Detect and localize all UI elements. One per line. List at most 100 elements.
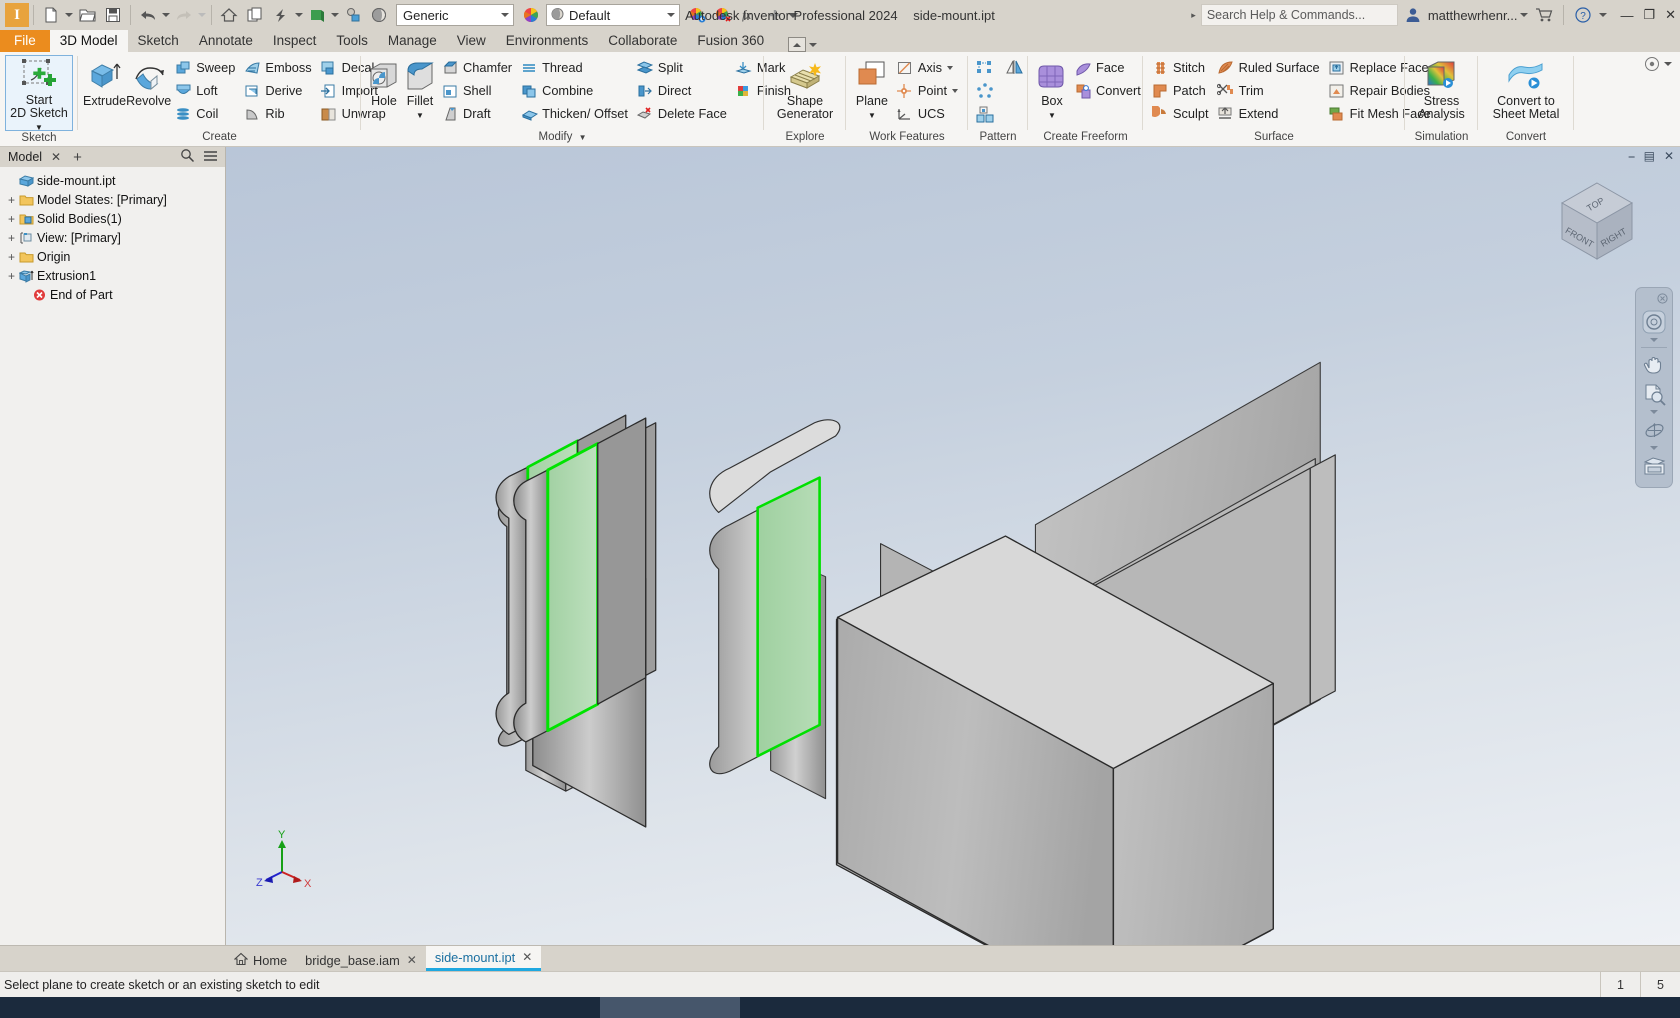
full-navigation-wheel-icon[interactable]	[1639, 309, 1669, 335]
navbar-close-icon[interactable]	[1657, 292, 1668, 307]
tree-node-end-of-part[interactable]: End of Part	[3, 285, 225, 304]
tab-annotate[interactable]: Annotate	[189, 30, 263, 52]
home-icon[interactable]	[216, 2, 242, 28]
axis-dropdown-icon[interactable]	[947, 66, 953, 70]
convert-sheet-metal-button[interactable]: Convert toSheet Metal	[1483, 55, 1569, 121]
doc-tab-bridge-base[interactable]: bridge_base.iam ✕	[296, 949, 426, 971]
viewport-close-button[interactable]: ✕	[1664, 149, 1674, 164]
sculpt-button[interactable]: Sculpt	[1148, 102, 1214, 125]
zoom-icon[interactable]	[1639, 382, 1669, 407]
thread-button[interactable]: Thread	[517, 56, 633, 79]
extrude-button[interactable]: Extrude	[83, 55, 126, 108]
tab-fusion-360[interactable]: Fusion 360	[687, 30, 774, 52]
orbit-icon[interactable]	[1639, 418, 1669, 443]
user-menu-dropdown-icon[interactable]	[1519, 2, 1529, 28]
hamburger-menu-icon[interactable]	[203, 149, 218, 166]
close-icon[interactable]: ✕	[522, 950, 532, 964]
draft-button[interactable]: Draft	[438, 102, 517, 125]
shape-generator-button[interactable]: ShapeGenerator	[769, 55, 841, 121]
shell-button[interactable]: Shell	[438, 79, 517, 102]
user-avatar-icon[interactable]	[1400, 2, 1426, 28]
tab-file[interactable]: File	[0, 30, 50, 52]
freeform-box-button[interactable]: Box▼	[1033, 55, 1071, 122]
update-icon[interactable]	[268, 2, 294, 28]
fillet-dropdown-icon[interactable]: ▼	[416, 111, 424, 120]
close-button[interactable]: ✕	[1665, 7, 1676, 23]
restore-button[interactable]: ❐	[1643, 7, 1655, 23]
tree-expander[interactable]: +	[5, 195, 18, 205]
modify-panel-dropdown-icon[interactable]: ▼	[579, 133, 587, 142]
redo-dropdown-icon[interactable]	[197, 2, 207, 28]
pan-icon[interactable]	[1639, 353, 1669, 378]
update-dropdown-icon[interactable]	[294, 2, 304, 28]
zoom-dropdown-icon[interactable]	[1650, 410, 1658, 414]
material-dropdown-icon[interactable]	[330, 2, 340, 28]
viewport-minimize-button[interactable]: ⎯	[1629, 149, 1635, 164]
tree-node-origin[interactable]: + Origin	[3, 247, 225, 266]
add-to-qat-icon[interactable]	[762, 2, 788, 28]
combine-button[interactable]: Combine	[517, 79, 633, 102]
undo-dropdown-icon[interactable]	[161, 2, 171, 28]
orbit-dropdown-icon[interactable]	[1650, 446, 1658, 450]
loft-button[interactable]: Loft	[171, 79, 240, 102]
tab-environments[interactable]: Environments	[496, 30, 599, 52]
freeform-box-dropdown-icon[interactable]: ▼	[1048, 111, 1056, 120]
axis-button[interactable]: Axis	[893, 56, 963, 79]
circular-pattern-button[interactable]	[973, 79, 1003, 103]
minimize-button[interactable]: —	[1620, 8, 1633, 23]
tab-collaborate[interactable]: Collaborate	[598, 30, 687, 52]
hole-button[interactable]: Hole	[366, 55, 402, 108]
revolve-button[interactable]: Revolve	[126, 55, 171, 108]
tree-expander[interactable]: +	[5, 252, 18, 262]
doc-tab-side-mount[interactable]: side-mount.ipt ✕	[426, 946, 541, 971]
project-icon[interactable]	[242, 2, 268, 28]
ruled-surface-button[interactable]: Ruled Surface	[1214, 56, 1325, 79]
tab-sketch[interactable]: Sketch	[128, 30, 189, 52]
tree-expander[interactable]: +	[5, 271, 18, 281]
user-name[interactable]: matthewrhenr...	[1428, 8, 1518, 23]
parameters-fx-icon[interactable]: fx	[736, 2, 762, 28]
shopping-cart-icon[interactable]	[1531, 2, 1557, 28]
tab-tools[interactable]: Tools	[326, 30, 378, 52]
redo-icon[interactable]	[171, 2, 197, 28]
close-icon[interactable]: ✕	[407, 953, 417, 967]
help-dropdown-icon[interactable]	[1598, 2, 1608, 28]
ribbon-options-icon[interactable]	[1644, 56, 1660, 75]
question-circle-icon[interactable]: ?	[1570, 2, 1596, 28]
freeform-convert-button[interactable]: Convert	[1071, 79, 1146, 102]
appearance-combo[interactable]: Default	[546, 4, 680, 26]
thicken-offset-button[interactable]: Thicken/ Offset	[517, 102, 633, 125]
split-button[interactable]: Split	[633, 56, 732, 79]
ucs-button[interactable]: UCS	[893, 102, 963, 125]
patch-button[interactable]: Patch	[1148, 79, 1214, 102]
navigation-wheel-dropdown-icon[interactable]	[1650, 338, 1658, 342]
new-file-dropdown-icon[interactable]	[64, 2, 74, 28]
plane-dropdown-icon[interactable]: ▼	[868, 111, 876, 120]
material-combo[interactable]: Generic	[396, 4, 514, 26]
plane-button[interactable]: Plane▼	[851, 55, 893, 122]
tree-node-view[interactable]: + View: [Primary]	[3, 228, 225, 247]
tab-view[interactable]: View	[447, 30, 496, 52]
trim-button[interactable]: Trim	[1214, 79, 1325, 102]
coil-button[interactable]: Coil	[171, 102, 240, 125]
ribbon-minimize-icon[interactable]	[788, 37, 806, 52]
derive-button[interactable]: Derive	[240, 79, 316, 102]
browser-tab-close-icon[interactable]: ✕	[51, 150, 61, 164]
search-icon[interactable]	[180, 148, 195, 166]
graphics-viewport[interactable]: ⎯ ▤ ✕	[226, 147, 1680, 945]
direct-button[interactable]: Direct	[633, 79, 732, 102]
tree-node-solid-bodies[interactable]: + Solid Bodies(1)	[3, 209, 225, 228]
appearance-browser-icon[interactable]	[340, 2, 366, 28]
sweep-button[interactable]: Sweep	[171, 56, 240, 79]
save-icon[interactable]	[100, 2, 126, 28]
new-file-icon[interactable]	[38, 2, 64, 28]
tab-manage[interactable]: Manage	[378, 30, 447, 52]
search-input[interactable]: Search Help & Commands...	[1201, 4, 1398, 26]
chamfer-button[interactable]: Chamfer	[438, 56, 517, 79]
extend-button[interactable]: Extend	[1214, 102, 1325, 125]
browser-add-tab-icon[interactable]: +	[73, 149, 82, 166]
emboss-button[interactable]: Emboss	[240, 56, 316, 79]
bracket-master[interactable]	[226, 147, 1680, 945]
browser-tab-model[interactable]: Model	[4, 148, 46, 166]
look-at-icon[interactable]	[1639, 454, 1669, 479]
